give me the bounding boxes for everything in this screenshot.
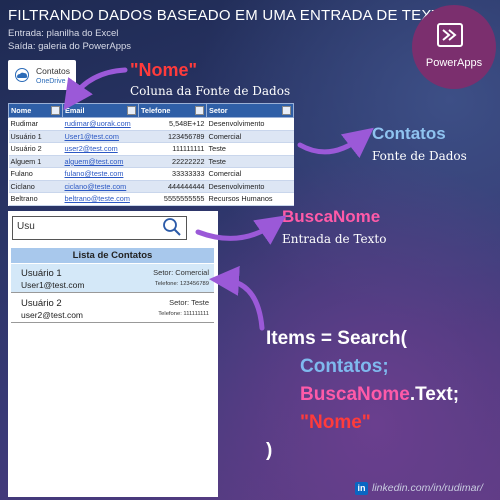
arrow-formula-to-gallery bbox=[209, 265, 265, 331]
arrow-table-to-contatos bbox=[297, 127, 374, 159]
arrow-input-to-buscanome bbox=[195, 215, 287, 245]
annotation-arrows bbox=[63, 67, 374, 331]
linkedin-icon: in bbox=[355, 482, 368, 495]
linkedin-link[interactable]: linkedin.com/in/rudimar/ bbox=[372, 482, 483, 494]
arrow-nome-to-column bbox=[63, 67, 128, 111]
